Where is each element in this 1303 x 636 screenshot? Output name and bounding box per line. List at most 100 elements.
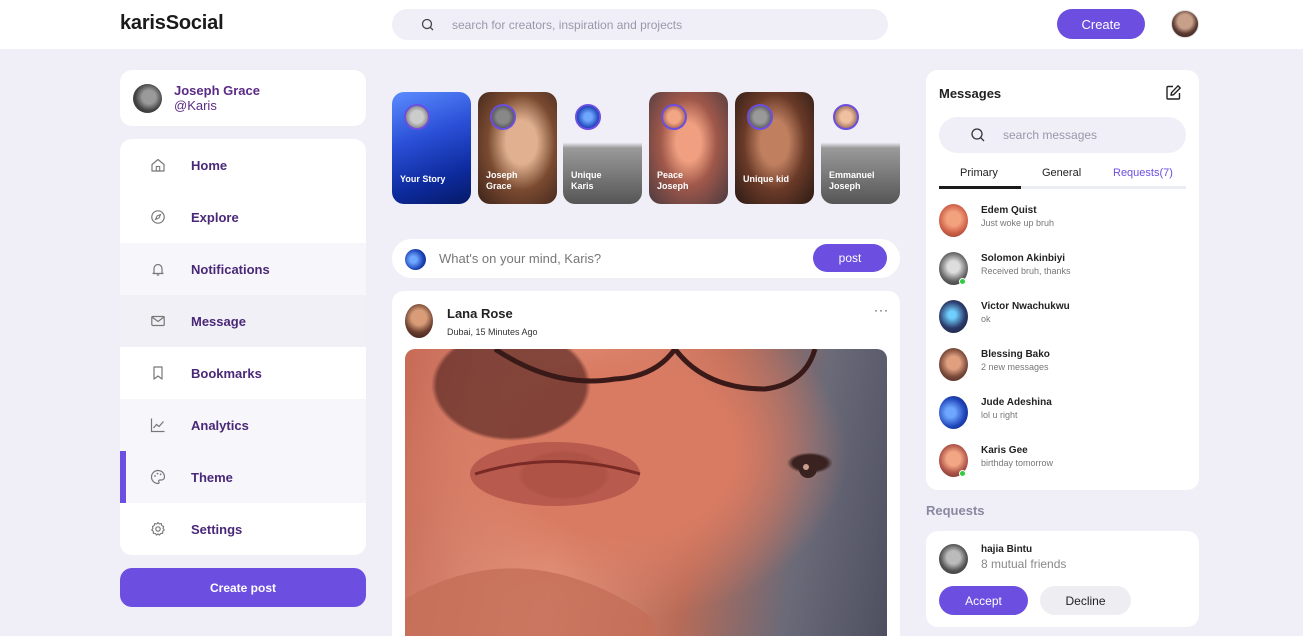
contact-name: Solomon Akinbiyi [981, 253, 1066, 264]
story-caption: Your Story [400, 174, 446, 184]
profile-handle: @Karis [174, 98, 217, 113]
message-search[interactable] [939, 117, 1186, 153]
request-avatar[interactable] [939, 544, 968, 574]
sidebar-item-message[interactable]: Message [120, 295, 366, 347]
contact-name: Karis Gee [981, 445, 1028, 456]
contact-preview: 2 new messages [981, 362, 1049, 372]
story-avatar [661, 104, 687, 130]
story-card[interactable]: Unique Karis [563, 92, 642, 204]
global-search[interactable] [392, 9, 888, 40]
sidebar-item-settings[interactable]: Settings [120, 503, 366, 555]
contact-item[interactable]: Edem Quist Just woke up bruh [939, 200, 1179, 240]
sidebar-item-label: Home [191, 158, 228, 173]
messages-panel: Messages Primary General Requests(7) Ede… [926, 70, 1199, 490]
create-post-button[interactable]: Create post [120, 568, 366, 607]
contact-avatar [939, 300, 968, 333]
contact-item[interactable]: Victor Nwachukwu ok [939, 296, 1179, 336]
story-avatar [404, 104, 430, 130]
tab-primary[interactable]: Primary [960, 167, 998, 179]
request-name[interactable]: hajia Bintu [981, 544, 1032, 555]
post-meta: Dubai, 15 Minutes Ago [447, 327, 538, 337]
story-avatar [575, 104, 601, 130]
contact-name: Edem Quist [981, 205, 1037, 216]
contact-item[interactable]: Jude Adeshina lol u right [939, 392, 1179, 432]
messages-title: Messages [939, 86, 1002, 101]
story-caption: Unique Karis [571, 170, 602, 191]
contact-preview: birthday tomorrow [981, 458, 1054, 468]
profile-name: Joseph Grace [174, 83, 260, 98]
contact-avatar [939, 348, 968, 381]
palette-icon [150, 469, 166, 485]
search-icon [420, 17, 436, 33]
contact-item[interactable]: Blessing Bako 2 new messages [939, 344, 1179, 384]
sidebar-item-bookmarks[interactable]: Bookmarks [120, 347, 366, 399]
active-tab-indicator [939, 186, 1021, 189]
contact-name: Victor Nwachukwu [981, 301, 1070, 312]
contact-preview: Received bruh, thanks [981, 266, 1071, 276]
app-logo[interactable]: karisSocial [120, 12, 224, 35]
create-button[interactable]: Create [1057, 9, 1145, 39]
post-author-name[interactable]: Lana Rose [447, 306, 513, 321]
sidebar-item-analytics[interactable]: Analytics [120, 399, 366, 451]
profile-avatar [133, 84, 162, 113]
tab-requests[interactable]: Requests(7) [1113, 167, 1173, 179]
search-icon [970, 127, 986, 143]
search-input[interactable] [452, 9, 872, 40]
more-options-icon[interactable]: ··· [874, 303, 889, 317]
story-avatar [490, 104, 516, 130]
user-avatar[interactable] [1171, 10, 1199, 38]
story-card[interactable]: Peace Joseph [649, 92, 728, 204]
sidebar-item-explore[interactable]: Explore [120, 191, 366, 243]
message-search-input[interactable] [1003, 117, 1173, 153]
post-author-avatar[interactable] [405, 304, 433, 338]
decline-button[interactable]: Decline [1040, 586, 1131, 615]
post-composer: What's on your mind, Karis? post [392, 239, 900, 278]
sidebar-item-label: Settings [191, 522, 243, 537]
story-avatar [833, 104, 859, 130]
contact-preview: ok [981, 314, 991, 324]
sidebar-item-theme[interactable]: Theme [120, 451, 366, 503]
contact-preview: Just woke up bruh [981, 218, 1055, 228]
bell-icon [150, 261, 166, 277]
gear-icon [150, 521, 166, 537]
composer-input[interactable]: What's on your mind, Karis? [439, 251, 601, 266]
accept-button[interactable]: Accept [939, 586, 1028, 615]
story-caption: Unique kid [743, 174, 790, 184]
story-card[interactable]: Emmanuel Joseph [821, 92, 900, 204]
contact-name: Jude Adeshina [981, 397, 1052, 408]
home-icon [150, 157, 166, 173]
sidebar-item-label: Explore [191, 210, 239, 225]
story-caption: Joseph Grace [486, 170, 518, 191]
sidebar-nav: Home Explore Notifications Message Bookm… [120, 139, 366, 555]
compass-icon [150, 209, 166, 225]
contact-avatar [939, 204, 968, 237]
contact-name: Blessing Bako [981, 349, 1050, 360]
online-indicator [959, 278, 966, 285]
profile-card[interactable]: Joseph Grace @Karis [120, 70, 366, 126]
message-tabs: Primary General Requests(7) [939, 165, 1186, 189]
sidebar-item-label: Message [191, 314, 246, 329]
tab-general[interactable]: General [1042, 167, 1081, 179]
bookmark-icon [150, 365, 166, 381]
feed-post: Lana Rose Dubai, 15 Minutes Ago ··· [392, 291, 900, 636]
story-card[interactable]: Unique kid [735, 92, 814, 204]
contact-item[interactable]: Karis Gee birthday tomorrow [939, 440, 1179, 480]
post-photo[interactable] [405, 349, 887, 636]
sidebar-item-label: Analytics [191, 418, 249, 433]
contact-preview: lol u right [981, 410, 1018, 420]
sidebar-item-home[interactable]: Home [120, 139, 366, 191]
chart-icon [150, 417, 166, 433]
contact-item[interactable]: Solomon Akinbiyi Received bruh, thanks [939, 248, 1179, 288]
story-card[interactable]: Your Story [392, 92, 471, 204]
story-caption: Emmanuel Joseph [829, 170, 875, 191]
sidebar-item-label: Bookmarks [191, 366, 262, 381]
requests-title: Requests [926, 503, 985, 518]
top-bar: karisSocial Create [0, 0, 1303, 49]
story-avatar [747, 104, 773, 130]
compose-icon[interactable] [1165, 84, 1182, 101]
contact-avatar [939, 396, 968, 429]
story-card[interactable]: Joseph Grace [478, 92, 557, 204]
post-button[interactable]: post [813, 244, 887, 272]
story-caption: Peace Joseph [657, 170, 689, 191]
sidebar-item-notifications[interactable]: Notifications [120, 243, 366, 295]
